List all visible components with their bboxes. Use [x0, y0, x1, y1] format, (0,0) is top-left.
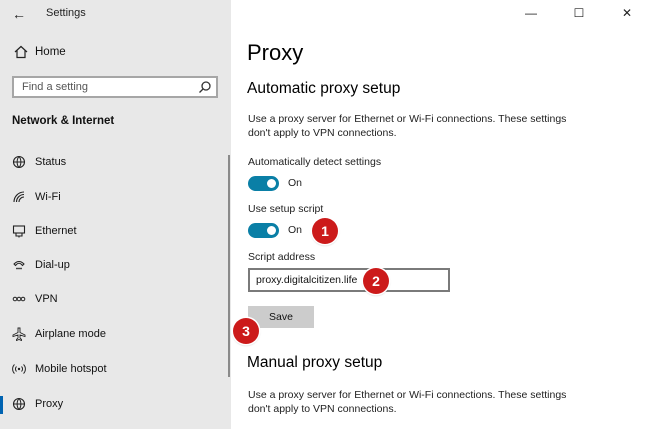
manual-proxy-heading: Manual proxy setup	[247, 354, 383, 371]
dialup-icon	[13, 261, 25, 270]
sidebar-item-label: Ethernet	[35, 225, 77, 237]
automatic-proxy-description: Use a proxy server for Ethernet or Wi-Fi…	[248, 113, 567, 139]
page-title: Proxy	[247, 40, 304, 65]
app-title: Settings	[46, 7, 86, 19]
detect-settings-state: On	[288, 177, 303, 189]
script-address-input[interactable]: proxy.digitalcitizen.life	[248, 268, 450, 292]
sidebar-item-label: Mobile hotspot	[35, 363, 107, 375]
sidebar-item-proxy[interactable]: Proxy	[0, 392, 231, 418]
sidebar-item-label: Airplane mode	[35, 328, 106, 340]
script-address-label: Script address	[248, 251, 316, 263]
airplane-icon	[12, 327, 26, 341]
sidebar-item-vpn[interactable]: VPN	[0, 287, 231, 313]
sidebar-item-dialup[interactable]: Dial-up	[0, 253, 231, 279]
sidebar-item-mobile-hotspot[interactable]: Mobile hotspot	[0, 357, 231, 383]
search-icon[interactable]	[198, 80, 212, 94]
toggle-knob	[267, 226, 276, 235]
annotation-badge-2: 2	[363, 268, 389, 294]
globe-icon	[12, 397, 26, 411]
sidebar-item-ethernet[interactable]: Ethernet	[0, 219, 231, 245]
annotation-badge-3: 3	[233, 318, 259, 344]
search-input[interactable]: Find a setting	[12, 76, 218, 98]
home-nav-item[interactable]: Home	[0, 42, 231, 64]
globe-status-icon	[12, 155, 26, 169]
script-address-value: proxy.digitalcitizen.life	[256, 274, 358, 286]
back-arrow-icon[interactable]: ←	[10, 5, 28, 23]
setup-script-toggle[interactable]	[248, 223, 279, 238]
sidebar: ← Settings Home Find a setting Network &…	[0, 0, 231, 429]
home-icon	[14, 45, 28, 59]
minimize-icon[interactable]: —	[521, 4, 541, 22]
active-indicator	[0, 396, 3, 414]
automatic-proxy-heading: Automatic proxy setup	[247, 80, 401, 97]
hotspot-icon	[12, 364, 26, 374]
sidebar-item-label: VPN	[35, 293, 58, 305]
detect-settings-label: Automatically detect settings	[248, 156, 382, 168]
sidebar-item-label: Proxy	[35, 398, 64, 410]
toggle-knob	[267, 179, 276, 188]
setup-script-label: Use setup script	[248, 203, 324, 215]
sidebar-item-label: Status	[35, 156, 67, 168]
setup-script-state: On	[288, 224, 303, 236]
vpn-icon	[12, 296, 26, 302]
maximize-icon[interactable]: ☐	[569, 4, 589, 22]
section-title: Network & Internet	[12, 115, 115, 127]
save-button[interactable]: Save	[248, 306, 314, 328]
sidebar-item-wifi[interactable]: Wi-Fi	[0, 185, 231, 211]
sidebar-item-status[interactable]: Status	[0, 150, 231, 176]
sidebar-item-airplane-mode[interactable]: Airplane mode	[0, 322, 231, 348]
close-icon[interactable]: ✕	[617, 4, 637, 22]
annotation-badge-1: 1	[312, 218, 338, 244]
manual-proxy-description: Use a proxy server for Ethernet or Wi-Fi…	[248, 389, 567, 415]
sidebar-scrollbar[interactable]	[228, 155, 230, 377]
main-panel: — ☐ ✕ Proxy Automatic proxy setup Use a …	[231, 0, 648, 429]
detect-settings-toggle[interactable]	[248, 176, 279, 191]
search-placeholder: Find a setting	[22, 81, 89, 93]
home-label: Home	[35, 46, 66, 58]
sidebar-item-label: Dial-up	[35, 259, 70, 271]
wifi-icon	[13, 191, 25, 203]
ethernet-icon	[12, 225, 26, 238]
sidebar-item-label: Wi-Fi	[35, 191, 61, 203]
window-controls: — ☐ ✕	[513, 0, 648, 28]
title-bar: ← Settings	[0, 0, 231, 28]
